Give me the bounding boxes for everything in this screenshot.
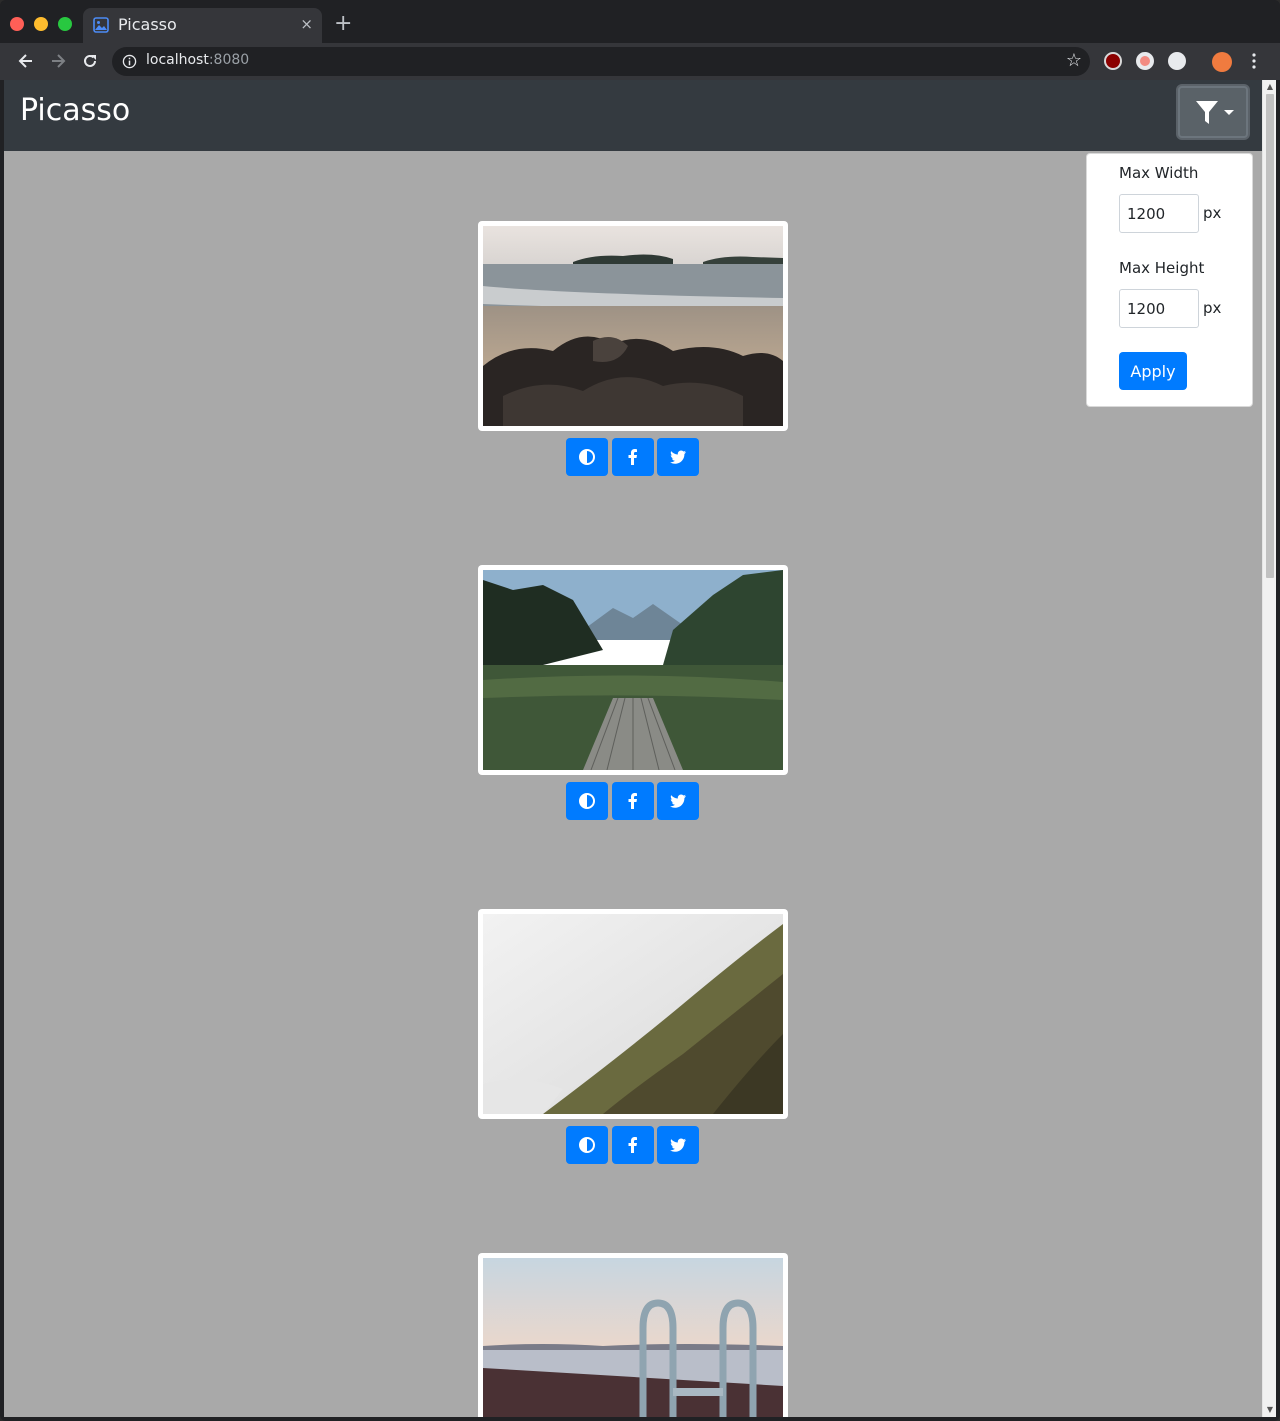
contrast-icon <box>579 1137 595 1153</box>
facebook-share-button[interactable] <box>612 1126 654 1164</box>
twitter-share-button[interactable] <box>657 1126 699 1164</box>
twitter-icon <box>670 794 686 808</box>
max-height-unit: px <box>1203 299 1222 317</box>
url-host: localhost <box>146 52 209 68</box>
facebook-icon <box>628 1137 637 1153</box>
filter-icon <box>1196 101 1234 124</box>
tab-strip: Picasso × + <box>0 0 1280 43</box>
new-tab-button[interactable]: + <box>334 12 352 36</box>
reload-icon[interactable] <box>80 51 100 71</box>
browser-toolbar: localhost:8080 ☆ <box>0 43 1280 80</box>
url-port: :8080 <box>208 52 250 68</box>
extension-icon[interactable] <box>1136 52 1154 70</box>
max-height-input[interactable] <box>1119 289 1199 328</box>
contrast-button[interactable] <box>566 438 608 476</box>
twitter-icon <box>670 1138 686 1152</box>
url-text: localhost:8080 <box>146 52 249 68</box>
menu-dots-icon[interactable] <box>1246 51 1262 71</box>
tab-close-icon[interactable]: × <box>300 14 313 34</box>
foggy-forest-image[interactable] <box>483 914 783 1114</box>
apply-button[interactable]: Apply <box>1119 352 1187 390</box>
navbar: Picasso <box>4 80 1262 151</box>
contrast-icon <box>579 793 595 809</box>
image-card <box>478 909 788 1119</box>
pool-ladder-image[interactable] <box>483 1258 783 1417</box>
max-width-unit: px <box>1203 204 1222 222</box>
twitter-icon <box>670 450 686 464</box>
image-icon <box>93 17 109 33</box>
ublock-extension-icon[interactable] <box>1104 52 1122 70</box>
twitter-share-button[interactable] <box>657 438 699 476</box>
facebook-share-button[interactable] <box>612 782 654 820</box>
browser-window: Picasso × + localhost:8080 ☆ Picasso Max… <box>0 0 1280 1421</box>
bookmark-star-icon[interactable]: ☆ <box>1066 50 1082 71</box>
max-height-label: Max Height <box>1119 259 1205 277</box>
brand-title[interactable]: Picasso <box>20 93 130 128</box>
contrast-icon <box>579 449 595 465</box>
info-icon[interactable] <box>122 54 137 69</box>
back-icon[interactable] <box>16 51 36 71</box>
beach-rocks-image[interactable] <box>483 226 783 426</box>
image-card <box>478 221 788 431</box>
facebook-icon <box>628 793 637 809</box>
facebook-share-button[interactable] <box>612 438 654 476</box>
forward-icon[interactable] <box>48 51 68 71</box>
page-viewport: Picasso Max Width px Max Height px Apply <box>4 80 1276 1417</box>
max-width-label: Max Width <box>1119 164 1199 182</box>
browser-tab[interactable]: Picasso × <box>83 8 322 43</box>
maximize-window-button[interactable] <box>58 17 72 31</box>
scroll-down-icon[interactable]: ▼ <box>1266 1406 1274 1414</box>
tab-title: Picasso <box>118 15 177 34</box>
extension-icon-2[interactable] <box>1168 52 1186 70</box>
lake-pier-image[interactable] <box>483 570 783 770</box>
filter-dropdown-button[interactable] <box>1178 86 1248 138</box>
image-card <box>478 1253 788 1417</box>
twitter-share-button[interactable] <box>657 782 699 820</box>
minimize-window-button[interactable] <box>34 17 48 31</box>
max-width-input[interactable] <box>1119 194 1199 233</box>
scrollbar-thumb[interactable] <box>1266 94 1274 578</box>
profile-avatar[interactable] <box>1212 52 1232 72</box>
scroll-up-icon[interactable]: ▲ <box>1266 83 1274 91</box>
page-scrollbar[interactable]: ▲ ▼ <box>1262 80 1276 1417</box>
contrast-button[interactable] <box>566 1126 608 1164</box>
close-window-button[interactable] <box>10 17 24 31</box>
facebook-icon <box>628 449 637 465</box>
image-card <box>478 565 788 775</box>
contrast-button[interactable] <box>566 782 608 820</box>
filter-dropdown-menu: Max Width px Max Height px Apply <box>1086 153 1253 407</box>
address-bar[interactable]: localhost:8080 ☆ <box>112 47 1090 76</box>
